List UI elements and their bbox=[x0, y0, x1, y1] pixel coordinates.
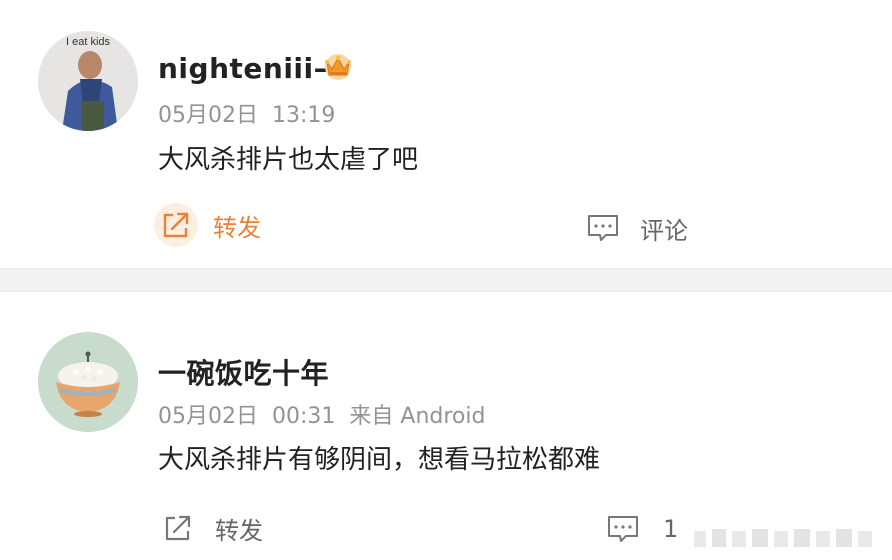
watermark bbox=[694, 529, 872, 547]
post-meta: 05月02日 00:31 来自 Android bbox=[158, 398, 485, 430]
share-arrow-icon bbox=[165, 515, 191, 541]
post-time: 13:19 bbox=[272, 103, 336, 128]
repost-button[interactable]: 转发 bbox=[154, 203, 261, 247]
comment-bubble-icon bbox=[608, 516, 638, 542]
comment-count: 1 bbox=[663, 515, 679, 543]
post-card: I eat kids nighteniii– 05月02日 13:19 大风杀排片… bbox=[0, 0, 892, 268]
repost-label: 转发 bbox=[215, 516, 263, 545]
comment-button[interactable]: 评论 bbox=[585, 210, 688, 246]
post-date: 05月02日 bbox=[158, 404, 258, 429]
avatar-caption: I eat kids bbox=[66, 36, 111, 48]
share-arrow-icon bbox=[163, 212, 189, 238]
post-source: 来自 Android bbox=[349, 404, 486, 429]
post-date: 05月02日 bbox=[158, 103, 258, 128]
post-card: 一碗饭吃十年 05月02日 00:31 来自 Android 大风杀排片有够阴间，想… bbox=[0, 292, 892, 560]
crown-badge-icon bbox=[325, 54, 351, 80]
repost-label: 转发 bbox=[213, 213, 261, 242]
post-time: 00:31 bbox=[272, 404, 336, 429]
rice-bowl-avatar-icon bbox=[38, 332, 138, 432]
comment-bubble-icon bbox=[588, 215, 618, 241]
username[interactable]: 一碗饭吃十年 bbox=[158, 352, 329, 392]
comment-label: 评论 bbox=[640, 216, 688, 245]
avatar[interactable]: I eat kids bbox=[38, 31, 138, 131]
post-content: 大风杀排片也太虐了吧 bbox=[158, 145, 419, 175]
avatar[interactable] bbox=[38, 332, 138, 432]
avatar-image: I eat kids bbox=[38, 31, 138, 131]
post-meta: 05月02日 13:19 bbox=[158, 97, 335, 129]
post-divider bbox=[0, 268, 892, 292]
username[interactable]: nighteniii– bbox=[158, 52, 328, 85]
repost-button[interactable]: 转发 bbox=[160, 510, 263, 546]
post-content: 大风杀排片有够阴间，想看马拉松都难 bbox=[158, 445, 601, 475]
comment-button[interactable]: 1 bbox=[605, 511, 678, 547]
